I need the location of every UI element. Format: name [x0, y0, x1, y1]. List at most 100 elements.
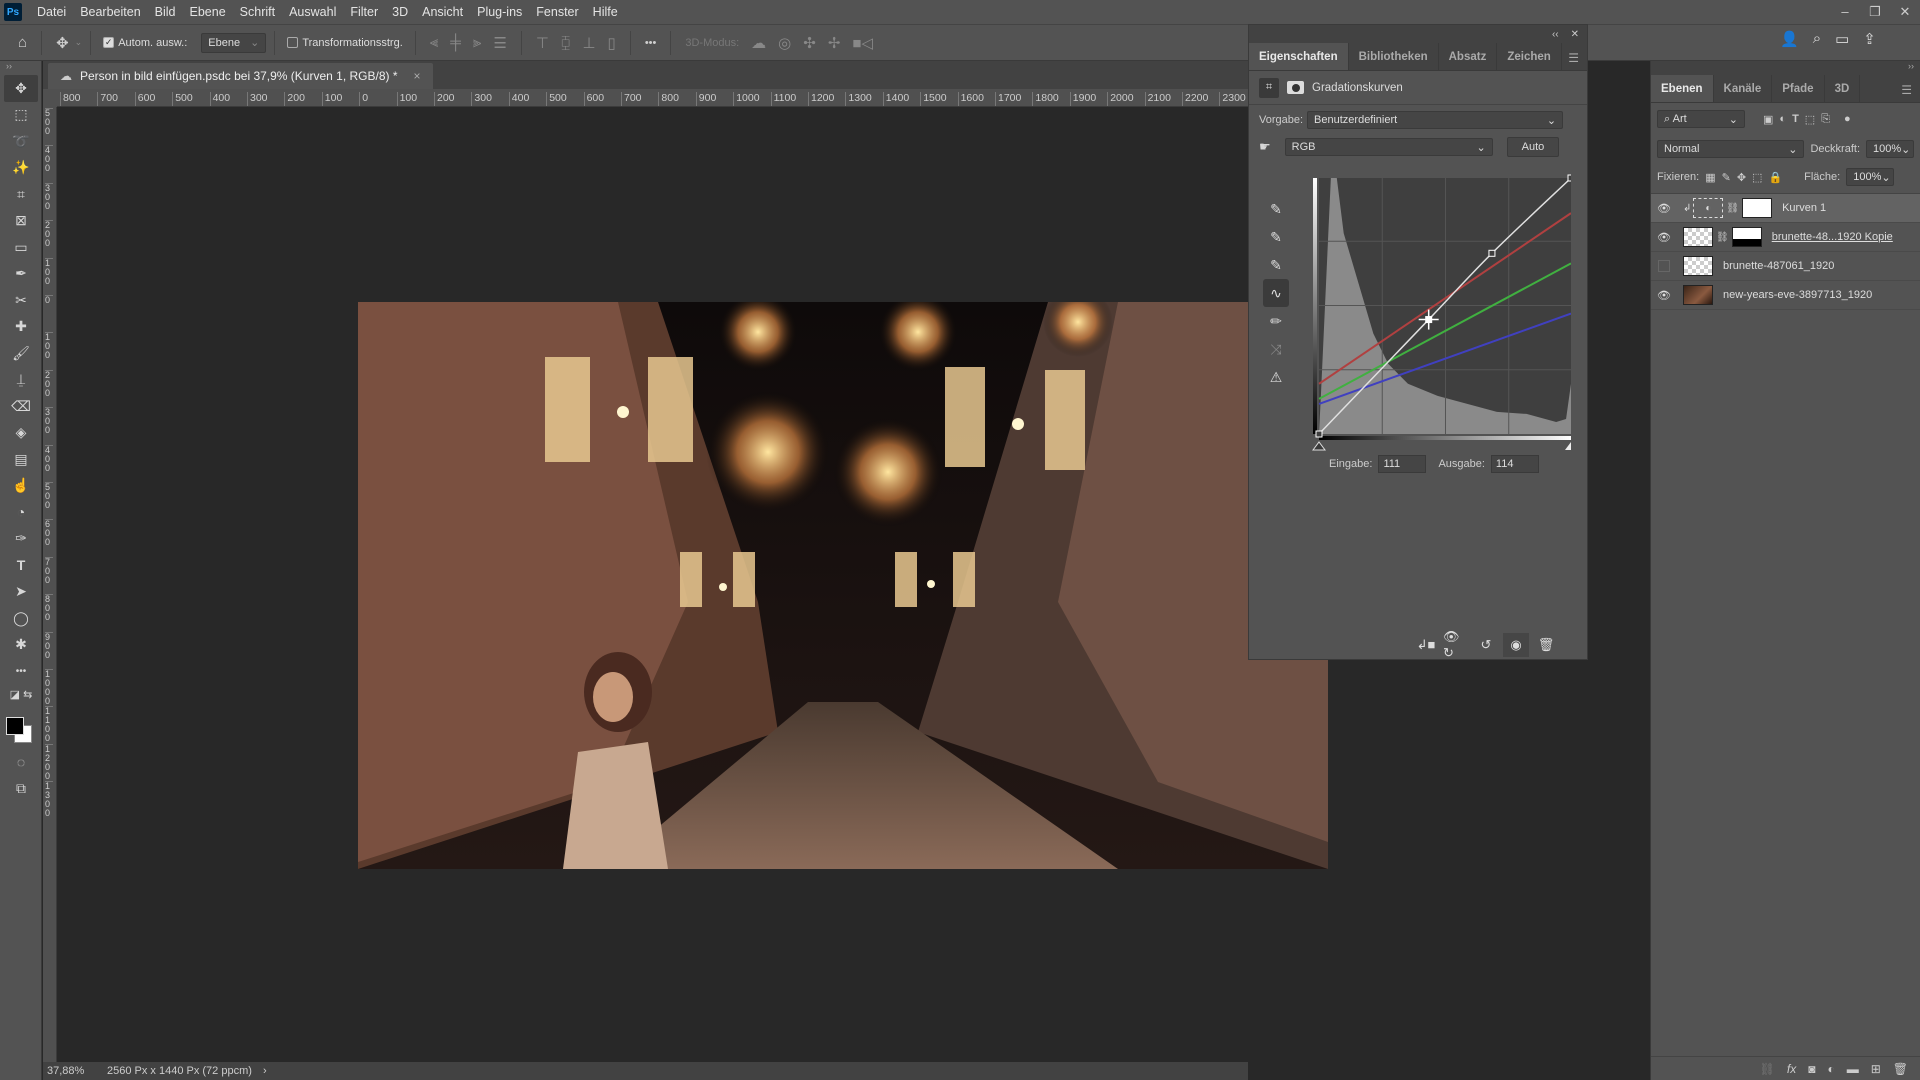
layer-filter-dropdown[interactable]: ⌕ Art ⌄	[1657, 110, 1745, 128]
3d-pan-icon[interactable]: ✣	[803, 34, 816, 52]
eye-icon[interactable]: 👁	[1651, 202, 1677, 215]
layer-row[interactable]: 👁 ⛓ brunette-48...1920 Kopie	[1651, 223, 1920, 252]
layer-mask-icon[interactable]	[1287, 81, 1304, 94]
fill-field[interactable]: 100% ⌄	[1846, 168, 1895, 186]
link-layers-icon[interactable]: ⛓	[1760, 1062, 1775, 1076]
menu-schrift[interactable]: Schrift	[233, 5, 282, 19]
restore-button[interactable]: ❐	[1860, 0, 1890, 24]
align-top-icon[interactable]: ⊤	[536, 34, 549, 52]
move-tool-icon[interactable]: ✥	[56, 34, 69, 52]
lasso-tool-icon[interactable]: ➰	[4, 128, 38, 155]
link-icon[interactable]: ⛓	[1726, 203, 1739, 214]
panel-menu-icon[interactable]: ☰	[1568, 51, 1579, 65]
minimize-button[interactable]: –	[1830, 0, 1860, 24]
close-window-button[interactable]: ✕	[1890, 0, 1920, 24]
stamp-tool-icon[interactable]: ⍊	[4, 367, 38, 394]
3d-camera-icon[interactable]: ■◁	[852, 34, 873, 52]
view-previous-state-icon[interactable]: 👁↻	[1443, 629, 1469, 660]
menu-3d[interactable]: 3D	[385, 5, 415, 19]
close-tab-icon[interactable]: ×	[414, 69, 421, 83]
document-tab[interactable]: ☁ Person in bild einfügen.psdc bei 37,9%…	[48, 63, 433, 89]
more-options-button[interactable]: •••	[645, 37, 657, 49]
ruler-tool-icon[interactable]: ▭	[4, 234, 38, 261]
tab-eigenschaften[interactable]: Eigenschaften	[1249, 43, 1349, 70]
auto-button[interactable]: Auto	[1506, 137, 1560, 157]
pencil-draw-icon[interactable]: ✏	[1263, 307, 1289, 335]
ellipse-tool-icon[interactable]: ◯	[4, 605, 38, 632]
align-left-icon[interactable]: ⫷	[430, 34, 438, 51]
blend-mode-dropdown[interactable]: Normal ⌄	[1657, 140, 1805, 158]
layer-row[interactable]: 👁 new-years-eve-3897713_1920	[1651, 281, 1920, 310]
path-select-tool-icon[interactable]: ➤	[4, 579, 38, 606]
3d-slide-icon[interactable]: ✢	[828, 34, 841, 52]
black-point-slider[interactable]	[1312, 441, 1326, 451]
reset-icon[interactable]: ↺	[1473, 633, 1499, 657]
frame-tool-icon[interactable]: ⊠	[4, 208, 38, 235]
lock-artboard-icon[interactable]: ⬚	[1752, 171, 1762, 184]
preset-dropdown[interactable]: Benutzerdefiniert ⌄	[1307, 111, 1564, 129]
lock-pixels-icon[interactable]: ✎	[1722, 171, 1731, 184]
clip-to-layer-icon[interactable]: ↲■	[1413, 633, 1439, 657]
output-field[interactable]: 114	[1490, 455, 1539, 473]
spot-heal-tool-icon[interactable]: ✂	[4, 287, 38, 314]
pen-tool-icon[interactable]: ✑	[4, 526, 38, 553]
auto-select-checkbox[interactable]: ✓ Autom. ausw.:	[103, 37, 187, 49]
eye-icon[interactable]: 👁	[1651, 289, 1677, 302]
tab-3d[interactable]: 3D	[1825, 75, 1861, 102]
expand-panel-icon[interactable]: ››	[1651, 61, 1920, 75]
eraser-tool-icon[interactable]: ⌫	[4, 393, 38, 420]
gradient-tool-icon[interactable]: ▤	[4, 446, 38, 473]
type-tool-icon[interactable]: T	[4, 552, 38, 579]
align-center-horizontal-icon[interactable]: ╪	[450, 34, 461, 51]
crop-tool-icon[interactable]: ⌗	[4, 181, 38, 208]
lock-transparency-icon[interactable]: ▦	[1705, 171, 1715, 184]
input-field[interactable]: 111	[1378, 455, 1427, 473]
eyedropper-tool-icon[interactable]: ✒	[4, 261, 38, 288]
tab-absatz[interactable]: Absatz	[1439, 43, 1498, 70]
marquee-tool-icon[interactable]: ⬚	[4, 102, 38, 129]
3d-roll-icon[interactable]: ◎	[778, 34, 791, 52]
curve-point[interactable]	[1567, 174, 1571, 182]
menu-bearbeiten[interactable]: Bearbeiten	[73, 5, 147, 19]
swap-colors-icon[interactable]: ◪ ⇆	[4, 685, 38, 705]
opacity-field[interactable]: 100% ⌄	[1866, 140, 1914, 158]
lock-all-icon[interactable]: 🔒	[1768, 171, 1782, 184]
white-point-slider[interactable]	[1565, 442, 1571, 450]
panel-menu-icon[interactable]: ☰	[1901, 83, 1912, 97]
magic-wand-tool-icon[interactable]: ✨	[4, 155, 38, 182]
delete-icon[interactable]: 🗑	[1533, 633, 1559, 657]
workspace-icon[interactable]: ▭	[1835, 30, 1849, 48]
search-icon[interactable]: ⌕	[1813, 30, 1821, 48]
edit-points-curve-icon[interactable]: ∿	[1263, 279, 1289, 307]
custom-shape-tool-icon[interactable]: ✱	[4, 632, 38, 659]
dodge-tool-icon[interactable]: ◔	[4, 499, 38, 526]
new-group-icon[interactable]: ▬	[1847, 1062, 1859, 1076]
foreground-color-swatch[interactable]	[6, 716, 24, 735]
screen-mode-icon[interactable]: ⧉	[4, 775, 38, 802]
lock-position-icon[interactable]: ✥	[1737, 171, 1746, 184]
filter-pixel-icon[interactable]: ▣	[1763, 113, 1773, 126]
link-icon[interactable]: ⛓	[1716, 232, 1729, 243]
home-icon[interactable]: ⌂	[18, 34, 27, 51]
transform-controls-checkbox[interactable]: Transformationsstrg.	[287, 37, 403, 49]
add-mask-icon[interactable]: ◙	[1808, 1062, 1815, 1076]
distribute-horizontal-icon[interactable]: ▯	[608, 34, 616, 52]
new-adjustment-layer-icon[interactable]: ◐	[1827, 1062, 1834, 1076]
menu-datei[interactable]: Datei	[30, 5, 73, 19]
menu-auswahl[interactable]: Auswahl	[282, 5, 343, 19]
channel-dropdown[interactable]: RGB ⌄	[1284, 138, 1493, 156]
new-layer-icon[interactable]: ⊞	[1871, 1062, 1881, 1076]
mask-thumbnail[interactable]	[1731, 227, 1762, 247]
target-adjustment-icon[interactable]: ☛	[1259, 139, 1271, 155]
menu-hilfe[interactable]: Hilfe	[586, 5, 625, 19]
more-tool-icon[interactable]: •••	[4, 658, 38, 685]
menu-ebene[interactable]: Ebene	[183, 5, 233, 19]
toggle-visibility-icon[interactable]: ◉	[1503, 633, 1529, 657]
chevron-down-icon[interactable]: ⌄	[75, 37, 83, 48]
menu-filter[interactable]: Filter	[343, 5, 385, 19]
layer-effects-icon[interactable]: fx	[1787, 1062, 1796, 1076]
smooth-curve-icon[interactable]: ⤨	[1263, 335, 1289, 363]
smudge-tool-icon[interactable]: ☝	[4, 473, 38, 500]
filter-toggle-icon[interactable]: ●	[1844, 113, 1851, 125]
tab-kan-le[interactable]: Kanäle	[1714, 75, 1773, 102]
